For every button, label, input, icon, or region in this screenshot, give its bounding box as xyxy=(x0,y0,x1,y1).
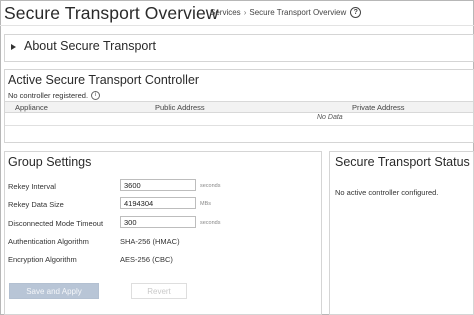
auth-algorithm-value: SHA-256 (HMAC) xyxy=(120,237,180,246)
about-panel-title[interactable]: About Secure Transport xyxy=(24,39,156,53)
help-icon[interactable]: ? xyxy=(350,7,362,18)
controller-table-header: Appliance Public Address Private Address xyxy=(5,101,473,113)
expand-caret-icon[interactable] xyxy=(11,44,16,50)
status-message: No active controller configured. xyxy=(335,188,439,197)
controller-panel-title: Active Secure Transport Controller xyxy=(8,73,200,87)
page-header: Secure Transport Overview xyxy=(4,0,219,24)
rekey-interval-label: Rekey Interval xyxy=(8,182,56,191)
controller-status-note: No controller registered. i xyxy=(8,91,101,100)
group-settings-panel: Group Settings Rekey Interval seconds Re… xyxy=(4,151,322,315)
page-title: Secure Transport Overview xyxy=(4,3,219,23)
disconnected-timeout-unit: seconds xyxy=(200,220,221,226)
breadcrumb: Services › Secure Transport Overview ? xyxy=(210,7,362,18)
disconnected-timeout-input[interactable] xyxy=(120,216,196,228)
about-secure-transport-panel[interactable]: About Secure Transport xyxy=(4,34,474,62)
breadcrumb-services-link[interactable]: Services xyxy=(210,8,241,17)
rekey-data-size-input[interactable] xyxy=(120,197,196,209)
secure-transport-status-panel: Secure Transport Status No active contro… xyxy=(329,151,474,315)
disconnected-timeout-label: Disconnected Mode Timeout xyxy=(8,219,104,228)
rekey-data-size-label: Rekey Data Size xyxy=(8,200,64,209)
column-appliance[interactable]: Appliance xyxy=(15,103,48,112)
breadcrumb-separator: › xyxy=(243,8,247,17)
column-private-address[interactable]: Private Address xyxy=(352,103,405,112)
no-data-text: No Data xyxy=(317,114,343,121)
rekey-interval-input[interactable] xyxy=(120,179,196,191)
auth-algorithm-label: Authentication Algorithm xyxy=(8,237,89,246)
controller-table-empty-row: No Data xyxy=(5,113,473,123)
info-icon[interactable]: i xyxy=(91,91,101,100)
rekey-data-size-unit: MBs xyxy=(200,201,211,207)
header-divider xyxy=(0,25,474,26)
active-controller-panel: Active Secure Transport Controller No co… xyxy=(4,69,474,143)
save-and-apply-button[interactable]: Save and Apply xyxy=(9,283,99,299)
breadcrumb-current: Secure Transport Overview xyxy=(249,8,347,17)
enc-algorithm-value: AES-256 (CBC) xyxy=(120,255,173,264)
table-divider xyxy=(5,125,473,126)
column-public-address[interactable]: Public Address xyxy=(155,103,205,112)
status-panel-title: Secure Transport Status xyxy=(335,155,470,169)
rekey-interval-unit: seconds xyxy=(200,183,221,189)
revert-button[interactable]: Revert xyxy=(131,283,187,299)
no-controller-text: No controller registered. xyxy=(8,91,89,100)
group-settings-title: Group Settings xyxy=(8,155,92,169)
enc-algorithm-label: Encryption Algorithm xyxy=(8,255,77,264)
